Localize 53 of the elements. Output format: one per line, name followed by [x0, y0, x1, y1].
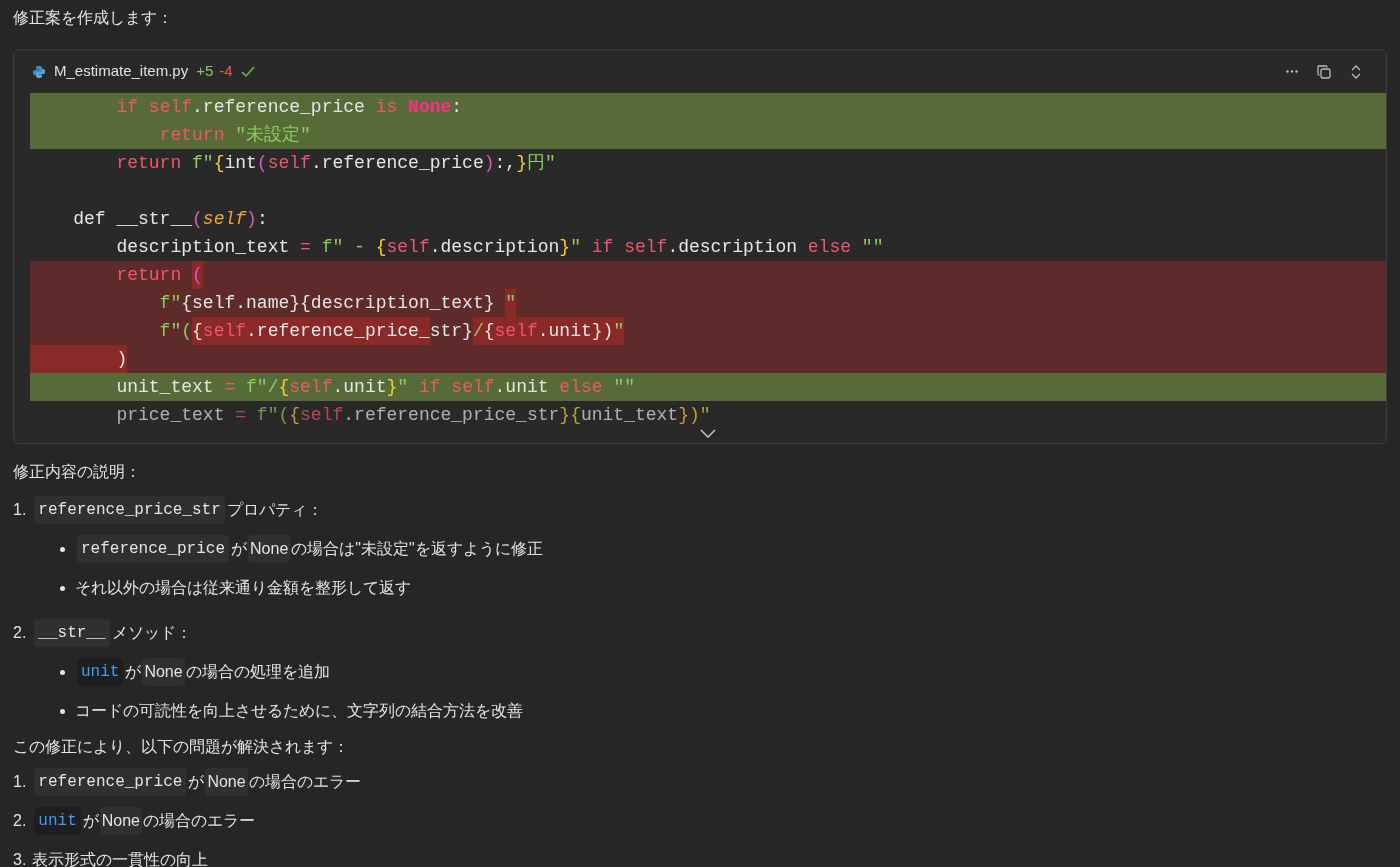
code-line: return f"{int(self.reference_price):,}円" — [115, 152, 556, 175]
inline-code: None — [205, 768, 248, 796]
inline-code: None — [248, 535, 291, 563]
inline-code: None — [99, 807, 142, 835]
intro-text: 修正案を作成します： — [13, 8, 173, 28]
chevron-down-icon[interactable] — [700, 429, 716, 438]
copy-icon — [1317, 64, 1331, 79]
list-number: 2. — [13, 811, 27, 831]
code-line: def __str__(self): — [72, 208, 268, 231]
inline-code: unit — [77, 658, 124, 686]
text: プロパティ： — [226, 500, 323, 520]
code-line: description_text = f" - {self.description}" if self.description else "" — [115, 236, 884, 259]
text: それ以外の場合は従来通り金額を整形して返す — [75, 578, 411, 598]
text: メソッド： — [111, 623, 192, 643]
code-line: return "未設定" — [158, 124, 311, 147]
list-number: 1. — [13, 772, 27, 792]
text: が — [231, 539, 248, 559]
text: が — [188, 772, 205, 792]
removed-count: -4 — [219, 61, 233, 82]
inline-code: __str__ — [34, 619, 110, 647]
code-line: if self.reference_price is None: — [115, 96, 463, 119]
chevron-up-down-icon — [1351, 63, 1361, 80]
text: の場合の処理を追加 — [185, 662, 330, 682]
text: が — [82, 811, 99, 831]
list-number: 1. — [13, 500, 27, 520]
list-number: 3. — [13, 850, 27, 867]
added-count: +5 — [196, 61, 214, 82]
text: 表示形式の一貫性の向上 — [32, 850, 209, 867]
inline-code: None — [142, 658, 185, 686]
code-line: f"{self.name}{description_text} " — [30, 289, 517, 317]
text: コードの可読性を向上させるために、文字列の結合方法を改善 — [75, 701, 523, 721]
ellipsis-icon — [1286, 70, 1298, 73]
summary-text: この修正により、以下の問題が解決されます： — [13, 737, 349, 757]
section-heading: 修正内容の説明： — [13, 462, 141, 482]
text: の場合は"未設定"を返すように修正 — [291, 539, 543, 559]
code-line: unit_text = f"/{self.unit}" if self.unit else "" — [115, 376, 635, 399]
code-line: return ( — [30, 261, 203, 289]
python-icon — [32, 64, 46, 79]
text: の場合のエラー — [143, 811, 255, 831]
file-name: M_estimate_item.py — [54, 61, 189, 82]
code-line: f"({self.reference_price_str}/{self.unit})" — [30, 317, 625, 345]
code-line: price_text = f"({self.reference_price_str}{unit_text})" — [115, 406, 711, 424]
text: が — [125, 662, 142, 682]
inline-code: unit — [34, 807, 81, 835]
list-number: 2. — [13, 623, 27, 643]
bullet-icon — [60, 669, 65, 675]
inline-code: reference_price — [77, 535, 230, 563]
inline-code: reference_price — [34, 768, 187, 796]
bullet-icon — [60, 708, 65, 714]
inline-code: reference_price_str — [34, 496, 225, 524]
bullet-icon — [60, 546, 65, 552]
bullet-icon — [60, 585, 65, 591]
text: の場合のエラー — [248, 772, 361, 792]
